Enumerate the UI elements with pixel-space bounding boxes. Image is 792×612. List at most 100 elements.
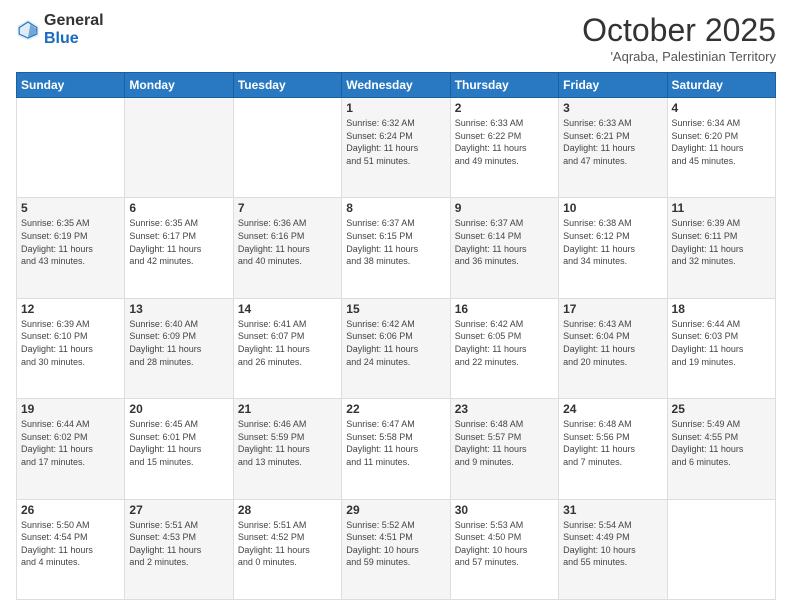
cell-info: Sunrise: 6:40 AM Sunset: 6:09 PM Dayligh…	[129, 318, 228, 368]
calendar-cell: 24 Sunrise: 6:48 AM Sunset: 5:56 PM Dayli…	[559, 399, 667, 499]
day-number: 23	[455, 402, 554, 416]
calendar-cell: 17 Sunrise: 6:43 AM Sunset: 6:04 PM Dayli…	[559, 298, 667, 398]
cell-info: Sunrise: 6:43 AM Sunset: 6:04 PM Dayligh…	[563, 318, 662, 368]
day-number: 6	[129, 201, 228, 215]
calendar-cell: 5 Sunrise: 6:35 AM Sunset: 6:19 PM Daylig…	[17, 198, 125, 298]
cell-info: Sunrise: 6:35 AM Sunset: 6:19 PM Dayligh…	[21, 217, 120, 267]
calendar-cell	[233, 98, 341, 198]
calendar-cell: 23 Sunrise: 6:48 AM Sunset: 5:57 PM Dayli…	[450, 399, 558, 499]
day-header-tuesday: Tuesday	[233, 73, 341, 98]
day-number: 8	[346, 201, 445, 215]
calendar-cell: 18 Sunrise: 6:44 AM Sunset: 6:03 PM Dayli…	[667, 298, 775, 398]
calendar-cell: 6 Sunrise: 6:35 AM Sunset: 6:17 PM Daylig…	[125, 198, 233, 298]
day-number: 25	[672, 402, 771, 416]
location-subtitle: 'Aqraba, Palestinian Territory	[582, 49, 776, 64]
calendar-cell: 4 Sunrise: 6:34 AM Sunset: 6:20 PM Daylig…	[667, 98, 775, 198]
cell-info: Sunrise: 6:33 AM Sunset: 6:22 PM Dayligh…	[455, 117, 554, 167]
day-number: 18	[672, 302, 771, 316]
calendar-cell: 30Sunrise: 5:53 AM Sunset: 4:50 PM Dayli…	[450, 499, 558, 599]
calendar-cell: 11 Sunrise: 6:39 AM Sunset: 6:11 PM Dayli…	[667, 198, 775, 298]
calendar-cell	[667, 499, 775, 599]
day-number: 22	[346, 402, 445, 416]
calendar-cell: 22 Sunrise: 6:47 AM Sunset: 5:58 PM Dayli…	[342, 399, 450, 499]
calendar-cell: 19 Sunrise: 6:44 AM Sunset: 6:02 PM Dayli…	[17, 399, 125, 499]
cell-info: Sunrise: 6:44 AM Sunset: 6:03 PM Dayligh…	[672, 318, 771, 368]
calendar-cell: 31Sunrise: 5:54 AM Sunset: 4:49 PM Dayli…	[559, 499, 667, 599]
calendar-cell: 13Sunrise: 6:40 AM Sunset: 6:09 PM Dayli…	[125, 298, 233, 398]
day-number: 2	[455, 101, 554, 115]
cell-info: Sunrise: 5:52 AM Sunset: 4:51 PM Dayligh…	[346, 519, 445, 569]
day-number: 21	[238, 402, 337, 416]
day-number: 26	[21, 503, 120, 517]
day-number: 19	[21, 402, 120, 416]
day-number: 7	[238, 201, 337, 215]
day-number: 3	[563, 101, 662, 115]
day-number: 1	[346, 101, 445, 115]
cell-info: Sunrise: 5:51 AM Sunset: 4:52 PM Dayligh…	[238, 519, 337, 569]
day-header-monday: Monday	[125, 73, 233, 98]
day-number: 11	[672, 201, 771, 215]
day-number: 28	[238, 503, 337, 517]
day-number: 29	[346, 503, 445, 517]
calendar-cell: 25 Sunrise: 5:49 AM Sunset: 4:55 PM Dayli…	[667, 399, 775, 499]
calendar-cell: 27 Sunrise: 5:51 AM Sunset: 4:53 PM Dayli…	[125, 499, 233, 599]
calendar-cell: 1Sunrise: 6:32 AM Sunset: 6:24 PM Daylig…	[342, 98, 450, 198]
cell-info: Sunrise: 6:44 AM Sunset: 6:02 PM Dayligh…	[21, 418, 120, 468]
calendar-cell: 12 Sunrise: 6:39 AM Sunset: 6:10 PM Dayli…	[17, 298, 125, 398]
logo-general: General	[44, 12, 104, 29]
cell-info: Sunrise: 6:42 AM Sunset: 6:05 PM Dayligh…	[455, 318, 554, 368]
calendar-table: SundayMondayTuesdayWednesdayThursdayFrid…	[16, 72, 776, 600]
logo: General Blue	[16, 12, 104, 47]
calendar-cell: 3Sunrise: 6:33 AM Sunset: 6:21 PM Daylig…	[559, 98, 667, 198]
cell-info: Sunrise: 6:42 AM Sunset: 6:06 PM Dayligh…	[346, 318, 445, 368]
calendar-week-row: 12 Sunrise: 6:39 AM Sunset: 6:10 PM Dayli…	[17, 298, 776, 398]
cell-info: Sunrise: 5:53 AM Sunset: 4:50 PM Dayligh…	[455, 519, 554, 569]
day-number: 4	[672, 101, 771, 115]
calendar-week-row: 26Sunrise: 5:50 AM Sunset: 4:54 PM Dayli…	[17, 499, 776, 599]
calendar-cell: 14Sunrise: 6:41 AM Sunset: 6:07 PM Dayli…	[233, 298, 341, 398]
day-number: 12	[21, 302, 120, 316]
day-header-wednesday: Wednesday	[342, 73, 450, 98]
logo-blue: Blue	[44, 30, 79, 47]
cell-info: Sunrise: 6:48 AM Sunset: 5:56 PM Dayligh…	[563, 418, 662, 468]
calendar-cell: 28 Sunrise: 5:51 AM Sunset: 4:52 PM Dayli…	[233, 499, 341, 599]
calendar-week-row: 5 Sunrise: 6:35 AM Sunset: 6:19 PM Daylig…	[17, 198, 776, 298]
cell-info: Sunrise: 6:39 AM Sunset: 6:11 PM Dayligh…	[672, 217, 771, 267]
cell-info: Sunrise: 6:34 AM Sunset: 6:20 PM Dayligh…	[672, 117, 771, 167]
calendar-cell: 20Sunrise: 6:45 AM Sunset: 6:01 PM Dayli…	[125, 399, 233, 499]
calendar-header-row: SundayMondayTuesdayWednesdayThursdayFrid…	[17, 73, 776, 98]
cell-info: Sunrise: 6:37 AM Sunset: 6:14 PM Dayligh…	[455, 217, 554, 267]
calendar-cell: 16 Sunrise: 6:42 AM Sunset: 6:05 PM Dayli…	[450, 298, 558, 398]
calendar-cell: 26Sunrise: 5:50 AM Sunset: 4:54 PM Dayli…	[17, 499, 125, 599]
day-header-friday: Friday	[559, 73, 667, 98]
header: General Blue October 2025 'Aqraba, Pales…	[16, 12, 776, 64]
calendar-week-row: 19 Sunrise: 6:44 AM Sunset: 6:02 PM Dayli…	[17, 399, 776, 499]
calendar-cell: 21 Sunrise: 6:46 AM Sunset: 5:59 PM Dayli…	[233, 399, 341, 499]
page: General Blue October 2025 'Aqraba, Pales…	[0, 0, 792, 612]
day-number: 9	[455, 201, 554, 215]
calendar-cell	[125, 98, 233, 198]
cell-info: Sunrise: 5:49 AM Sunset: 4:55 PM Dayligh…	[672, 418, 771, 468]
calendar-cell: 7Sunrise: 6:36 AM Sunset: 6:16 PM Daylig…	[233, 198, 341, 298]
cell-info: Sunrise: 6:38 AM Sunset: 6:12 PM Dayligh…	[563, 217, 662, 267]
cell-info: Sunrise: 6:39 AM Sunset: 6:10 PM Dayligh…	[21, 318, 120, 368]
day-number: 17	[563, 302, 662, 316]
title-block: October 2025 'Aqraba, Palestinian Territ…	[582, 12, 776, 64]
cell-info: Sunrise: 6:46 AM Sunset: 5:59 PM Dayligh…	[238, 418, 337, 468]
day-number: 16	[455, 302, 554, 316]
cell-info: Sunrise: 6:48 AM Sunset: 5:57 PM Dayligh…	[455, 418, 554, 468]
cell-info: Sunrise: 6:35 AM Sunset: 6:17 PM Dayligh…	[129, 217, 228, 267]
cell-info: Sunrise: 5:51 AM Sunset: 4:53 PM Dayligh…	[129, 519, 228, 569]
day-header-saturday: Saturday	[667, 73, 775, 98]
day-number: 15	[346, 302, 445, 316]
day-number: 10	[563, 201, 662, 215]
day-header-thursday: Thursday	[450, 73, 558, 98]
calendar-cell: 29 Sunrise: 5:52 AM Sunset: 4:51 PM Dayli…	[342, 499, 450, 599]
day-number: 5	[21, 201, 120, 215]
cell-info: Sunrise: 6:47 AM Sunset: 5:58 PM Dayligh…	[346, 418, 445, 468]
calendar-cell: 2 Sunrise: 6:33 AM Sunset: 6:22 PM Daylig…	[450, 98, 558, 198]
day-number: 24	[563, 402, 662, 416]
cell-info: Sunrise: 6:41 AM Sunset: 6:07 PM Dayligh…	[238, 318, 337, 368]
day-number: 27	[129, 503, 228, 517]
day-header-sunday: Sunday	[17, 73, 125, 98]
